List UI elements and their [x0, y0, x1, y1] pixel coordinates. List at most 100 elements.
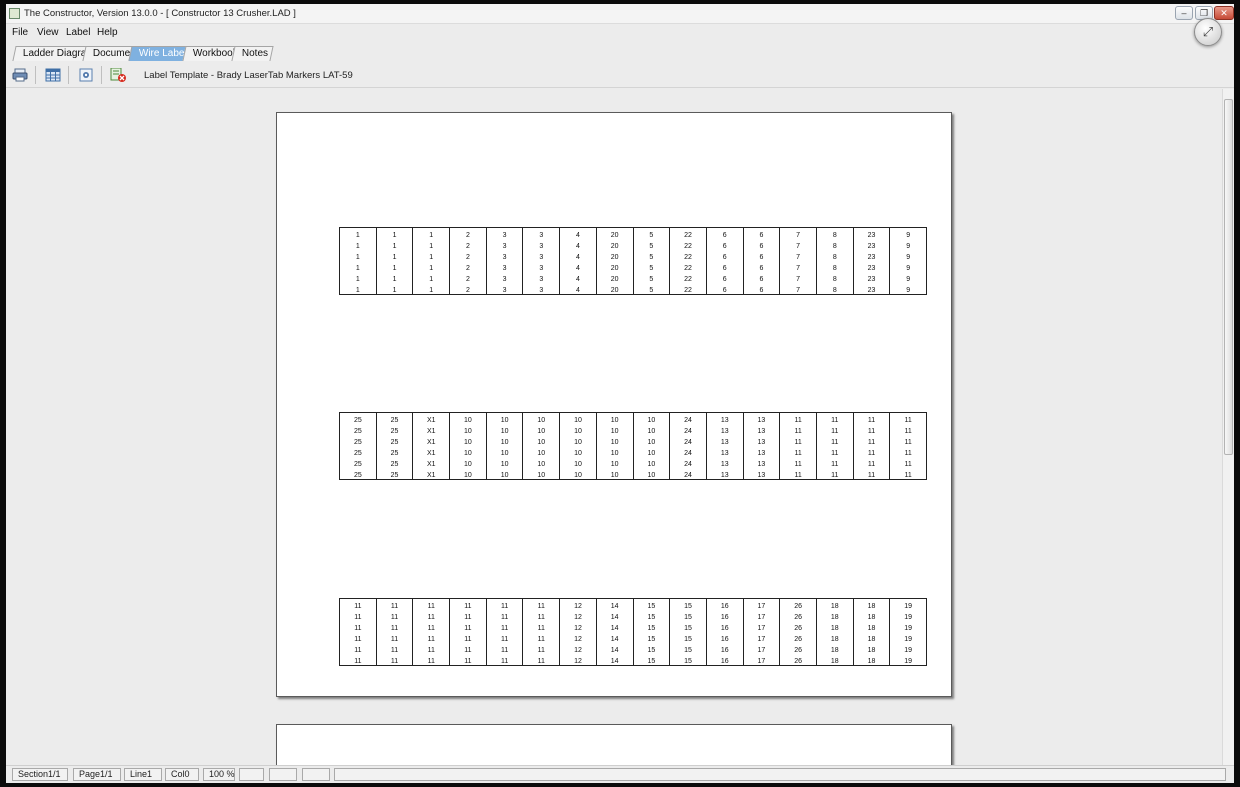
wire-label-text: 2 — [465, 275, 470, 283]
wire-label-text: 1 — [429, 286, 434, 294]
label-page: 1111111111111111112222223333333333334444… — [276, 112, 952, 697]
menu-label[interactable]: Label — [66, 27, 90, 38]
wire-label-text: 26 — [794, 635, 802, 643]
wire-label-text: 12 — [574, 613, 582, 621]
wire-label-text: 23 — [867, 232, 876, 239]
label-preview-area: 1111111111111111112222223333333333334444… — [6, 89, 1222, 765]
label-page — [276, 724, 952, 765]
wire-label-text: 13 — [720, 427, 729, 435]
table-grid-icon[interactable] — [45, 68, 61, 82]
status-panel — [239, 768, 264, 781]
wire-label-cell: 10 10 10 10 10 10 — [487, 413, 524, 479]
wire-label-text: 11 — [390, 635, 399, 643]
wire-label-text: 12 — [574, 635, 582, 643]
wire-label-cell: X1 X1 X1 X1 X1 X1 — [413, 413, 451, 479]
wire-label-text: 11 — [390, 657, 399, 665]
menu-view[interactable]: View — [37, 27, 59, 38]
wire-label-cell: 18 18 18 18 18 18 — [817, 599, 854, 665]
wire-label-text: X1 — [426, 427, 436, 435]
wire-label-text: 11 — [500, 603, 509, 610]
wire-label-text: 14 — [610, 657, 619, 665]
wire-label-text: 7 — [796, 242, 801, 250]
tab-bar: Ladder Diagram Document Wire Labels Work… — [6, 44, 1234, 62]
wire-label-text: 25 — [353, 438, 362, 446]
wire-label-text: 8 — [832, 264, 837, 272]
wire-label-text: 10 — [610, 471, 619, 479]
wire-label-text: 6 — [722, 264, 727, 272]
wire-label-text: 6 — [759, 286, 764, 294]
wire-label-text: 10 — [610, 417, 619, 424]
wire-label-text: 15 — [647, 635, 656, 643]
wire-label-cell: 11 11 11 11 11 11 — [413, 599, 451, 665]
wire-label-text: 13 — [757, 417, 766, 424]
wire-label-text: 19 — [904, 657, 913, 665]
wire-label-text: 5 — [649, 264, 654, 272]
wire-label-text: 5 — [649, 275, 654, 283]
wire-label-text: 24 — [684, 417, 692, 424]
wire-label-text: 5 — [649, 253, 654, 261]
wire-label-cell: 10 10 10 10 10 10 — [560, 413, 597, 479]
toolbar-separator — [35, 66, 36, 84]
wire-label-text: 11 — [427, 624, 435, 632]
wire-label-text: 1 — [355, 232, 360, 239]
wire-label-text: 9 — [906, 286, 911, 294]
wire-label-text: 11 — [794, 438, 802, 446]
wire-label-cell: 10 10 10 10 10 10 — [597, 413, 634, 479]
wire-label-cell: 19 19 19 19 19 19 — [890, 599, 926, 665]
wire-label-text: 3 — [539, 264, 544, 272]
wire-label-text: 10 — [610, 427, 619, 435]
wire-label-cell: 11 11 11 11 11 11 — [817, 413, 854, 479]
wire-label-text: 11 — [354, 635, 362, 643]
wire-label-cell: 11 11 11 11 11 11 — [377, 599, 414, 665]
wire-label-text: 11 — [390, 624, 399, 632]
close-button[interactable]: ✕ — [1214, 6, 1234, 20]
wire-label-text: 15 — [647, 603, 656, 610]
wire-label-cell: 9 9 9 9 9 9 — [890, 228, 926, 294]
wire-label-text: 25 — [390, 427, 399, 435]
wire-label-text: 24 — [684, 460, 692, 468]
vertical-scrollbar[interactable] — [1222, 89, 1234, 765]
wire-label-text: 17 — [757, 613, 766, 621]
wire-label-text: 1 — [392, 232, 397, 239]
wire-label-text: 23 — [867, 275, 876, 283]
wire-label-text: 10 — [500, 427, 509, 435]
menu-file[interactable]: File — [12, 27, 28, 38]
wire-label-text: 3 — [539, 232, 544, 239]
print-icon[interactable] — [12, 68, 28, 82]
delete-spreadsheet-icon[interactable] — [110, 68, 126, 82]
wire-label-text: 11 — [537, 646, 545, 654]
scrollbar-thumb[interactable] — [1224, 99, 1233, 455]
wire-label-text: 17 — [757, 603, 766, 610]
wire-label-text: 9 — [906, 253, 911, 261]
wire-label-text: 15 — [647, 624, 656, 632]
wire-label-text: 10 — [574, 449, 582, 457]
wire-label-text: 11 — [831, 438, 839, 446]
wire-label-text: 16 — [720, 624, 729, 632]
wire-label-text: 15 — [684, 603, 692, 610]
wire-label-text: 3 — [539, 286, 544, 294]
wire-label-text: 13 — [757, 438, 766, 446]
wire-label-text: 10 — [500, 438, 509, 446]
wire-label-text: 11 — [904, 438, 912, 446]
tab-notes[interactable]: Notes — [231, 46, 274, 61]
settings-icon[interactable] — [78, 68, 94, 82]
wire-label-text: 22 — [684, 275, 692, 283]
wire-label-text: 11 — [904, 449, 912, 457]
minimize-button[interactable]: – — [1175, 6, 1193, 20]
wire-label-text: 7 — [796, 286, 801, 294]
wire-label-text: 11 — [537, 613, 545, 621]
wire-label-cell: 11 11 11 11 11 11 — [780, 413, 817, 479]
wire-label-text: 13 — [757, 449, 766, 457]
wire-label-text: 10 — [647, 471, 656, 479]
wire-label-text: 3 — [502, 286, 507, 294]
wire-label-text: 11 — [831, 449, 839, 457]
wire-label-cell: 15 15 15 15 15 15 — [670, 599, 707, 665]
wire-label-text: 19 — [904, 646, 913, 654]
wire-label-text: 9 — [906, 275, 911, 283]
wire-label-text: 6 — [722, 242, 727, 250]
wire-label-text: 14 — [610, 635, 619, 643]
wire-label-text: 1 — [429, 232, 434, 239]
menu-help[interactable]: Help — [97, 27, 118, 38]
title-bar[interactable]: The Constructor, Version 13.0.0 - [ Cons… — [6, 4, 1234, 24]
wire-label-text: 16 — [720, 646, 729, 654]
